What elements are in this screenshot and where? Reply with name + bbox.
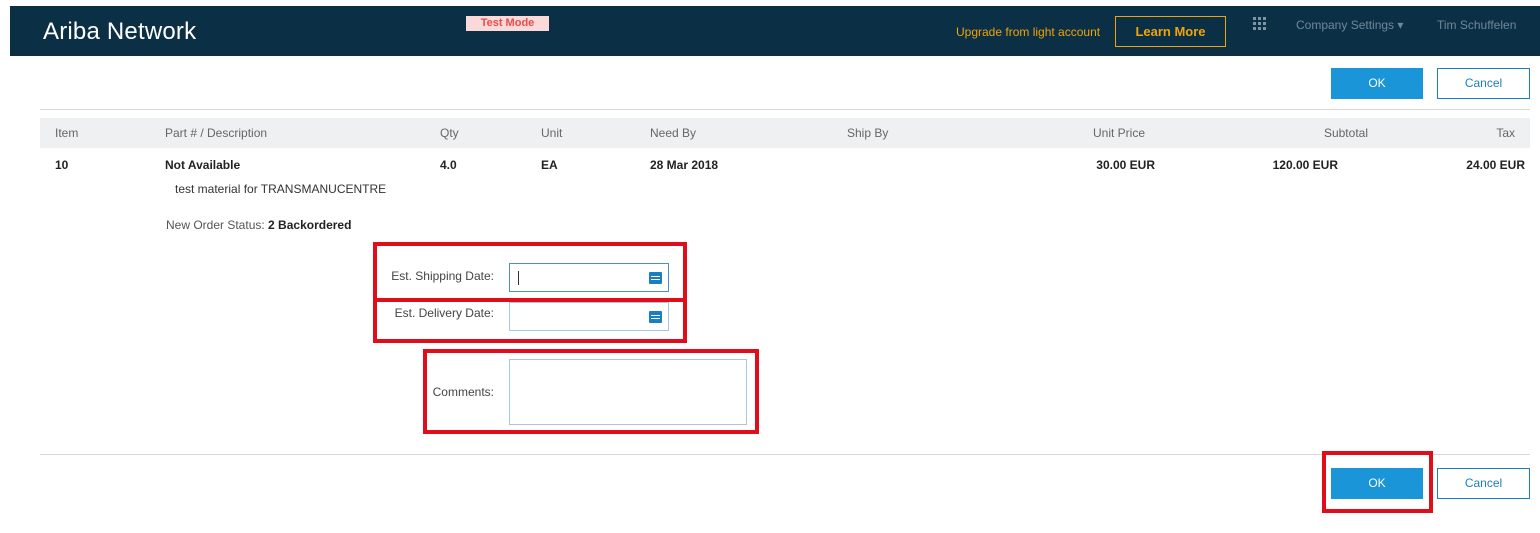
calendar-icon[interactable] <box>649 311 662 323</box>
cancel-button-top[interactable]: Cancel <box>1437 68 1530 99</box>
learn-more-button[interactable]: Learn More <box>1115 16 1226 47</box>
col-ship-by: Ship By <box>847 126 889 140</box>
upgrade-link[interactable]: Upgrade from light account <box>956 25 1100 39</box>
divider-bottom <box>40 454 1530 455</box>
cell-subtotal: 120.00 EUR <box>1272 158 1338 172</box>
cell-unit-price: 30.00 EUR <box>1096 158 1155 172</box>
cell-tax: 24.00 EUR <box>1466 158 1525 172</box>
delivery-date-label: Est. Delivery Date: <box>394 306 494 320</box>
col-qty: Qty <box>440 126 459 140</box>
new-order-status: New Order Status: 2 Backordered <box>166 218 351 232</box>
col-unit: Unit <box>541 126 563 140</box>
shipping-date-field[interactable] <box>509 263 669 292</box>
cell-qty: 4.0 <box>440 158 457 172</box>
col-subtotal: Subtotal <box>1323 126 1368 140</box>
divider-top <box>40 109 1530 110</box>
status-value: 2 Backordered <box>268 218 352 232</box>
user-menu[interactable]: Tim Schuffelen <box>1437 18 1516 32</box>
col-need-by: Need By <box>650 126 697 140</box>
delivery-date-field[interactable] <box>509 302 669 331</box>
cell-need-by: 28 Mar 2018 <box>650 158 719 172</box>
apps-grid-icon[interactable] <box>1253 17 1267 31</box>
shipping-date-label: Est. Shipping Date: <box>391 269 494 283</box>
cancel-button-bottom[interactable]: Cancel <box>1437 468 1530 499</box>
calendar-icon[interactable] <box>649 272 662 284</box>
col-part-description: Part # / Description <box>165 126 268 140</box>
ok-button-bottom[interactable]: OK <box>1331 468 1423 499</box>
cell-part: Not Available <box>165 158 241 172</box>
company-settings-menu[interactable]: Company Settings ▾ <box>1296 18 1403 32</box>
brand-logo: Ariba Network <box>43 18 197 45</box>
ok-button-top[interactable]: OK <box>1331 68 1423 99</box>
text-caret <box>518 271 519 285</box>
cell-description: test material for TRANSMANUCENTRE <box>175 182 387 196</box>
col-tax: Tax <box>1496 126 1515 140</box>
col-unit-price: Unit Price <box>1092 126 1145 140</box>
cell-unit: EA <box>541 158 558 172</box>
test-mode-badge: Test Mode <box>466 16 549 31</box>
comments-textarea[interactable] <box>509 359 747 425</box>
top-navigation-bar: Ariba Network Test Mode Upgrade from lig… <box>10 6 1540 56</box>
col-item: Item <box>55 126 79 140</box>
status-label: New Order Status: <box>166 218 265 232</box>
comments-label: Comments: <box>432 385 494 399</box>
cell-item: 10 <box>55 158 69 172</box>
line-items-header: Item Part # / Description Qty Unit Need … <box>40 118 1530 148</box>
